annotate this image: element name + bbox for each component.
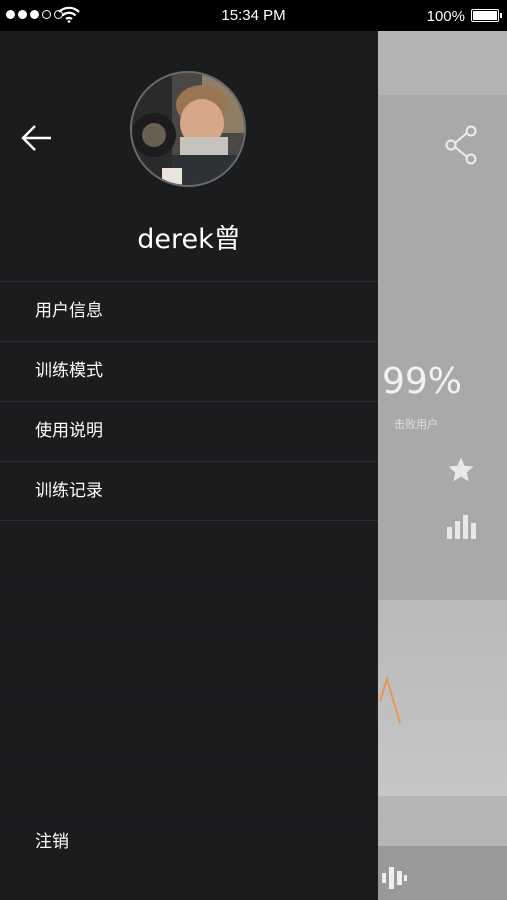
battery-icon: [471, 9, 502, 22]
avatar[interactable]: [130, 71, 246, 187]
logout-button[interactable]: 注销: [35, 827, 69, 852]
username: derek曾: [137, 224, 241, 255]
percent-label: 击败用户: [394, 418, 438, 431]
status-bar: 15:34 PM 100%: [0, 0, 507, 31]
bar-chart-icon[interactable]: [446, 509, 478, 539]
light-streak-graphic: [379, 675, 401, 724]
empty-rows: [0, 519, 378, 819]
percent-value: 99%: [382, 361, 463, 402]
avatar-photo: [132, 73, 244, 185]
menu-item-training-records[interactable]: 训练记录: [0, 461, 378, 521]
share-icon[interactable]: [444, 125, 478, 165]
menu-item-user-info[interactable]: 用户信息: [0, 281, 378, 341]
star-icon[interactable]: [446, 455, 476, 485]
equalizer-icon: [382, 867, 407, 889]
side-drawer: derek曾 用户信息 训练模式 使用说明 训练记录 注销: [0, 31, 378, 900]
drawer-menu: 用户信息 训练模式 使用说明 训练记录: [0, 281, 378, 521]
menu-item-instructions[interactable]: 使用说明: [0, 401, 378, 461]
menu-item-training-mode[interactable]: 训练模式: [0, 341, 378, 401]
main-screen-overlay[interactable]: 99% 击败用户: [378, 31, 507, 900]
battery-percent: 100%: [426, 8, 465, 25]
back-arrow-icon[interactable]: [20, 123, 54, 153]
